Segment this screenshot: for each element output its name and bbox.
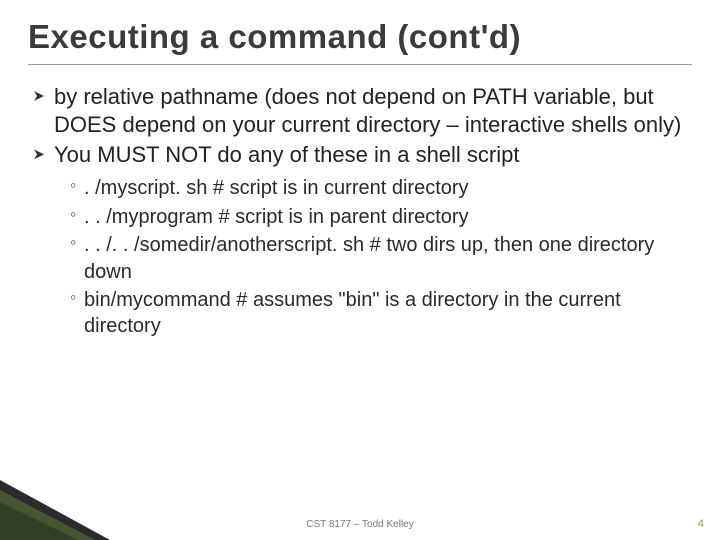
sub-item: . /myscript. sh # script is in current d… xyxy=(70,175,692,201)
slide: Executing a command (cont'd) by relative… xyxy=(0,0,720,540)
footer-text: CST 8177 – Todd Kelley xyxy=(306,519,413,530)
slide-title: Executing a command (cont'd) xyxy=(28,18,692,56)
sub-item: . . /. . /somedir/anotherscript. sh # tw… xyxy=(70,232,692,285)
title-underline xyxy=(28,64,692,65)
bullet-item: by relative pathname (does not depend on… xyxy=(34,83,692,139)
sub-item: bin/mycommand # assumes "bin" is a direc… xyxy=(70,287,692,340)
corner-decoration xyxy=(0,480,110,540)
sub-item: . . /myprogram # script is in parent dir… xyxy=(70,204,692,230)
sub-list: . /myscript. sh # script is in current d… xyxy=(34,175,692,339)
content-area: by relative pathname (does not depend on… xyxy=(28,83,692,340)
page-number: 4 xyxy=(698,518,704,530)
bullet-item: You MUST NOT do any of these in a shell … xyxy=(34,141,692,169)
main-list: by relative pathname (does not depend on… xyxy=(34,83,692,169)
